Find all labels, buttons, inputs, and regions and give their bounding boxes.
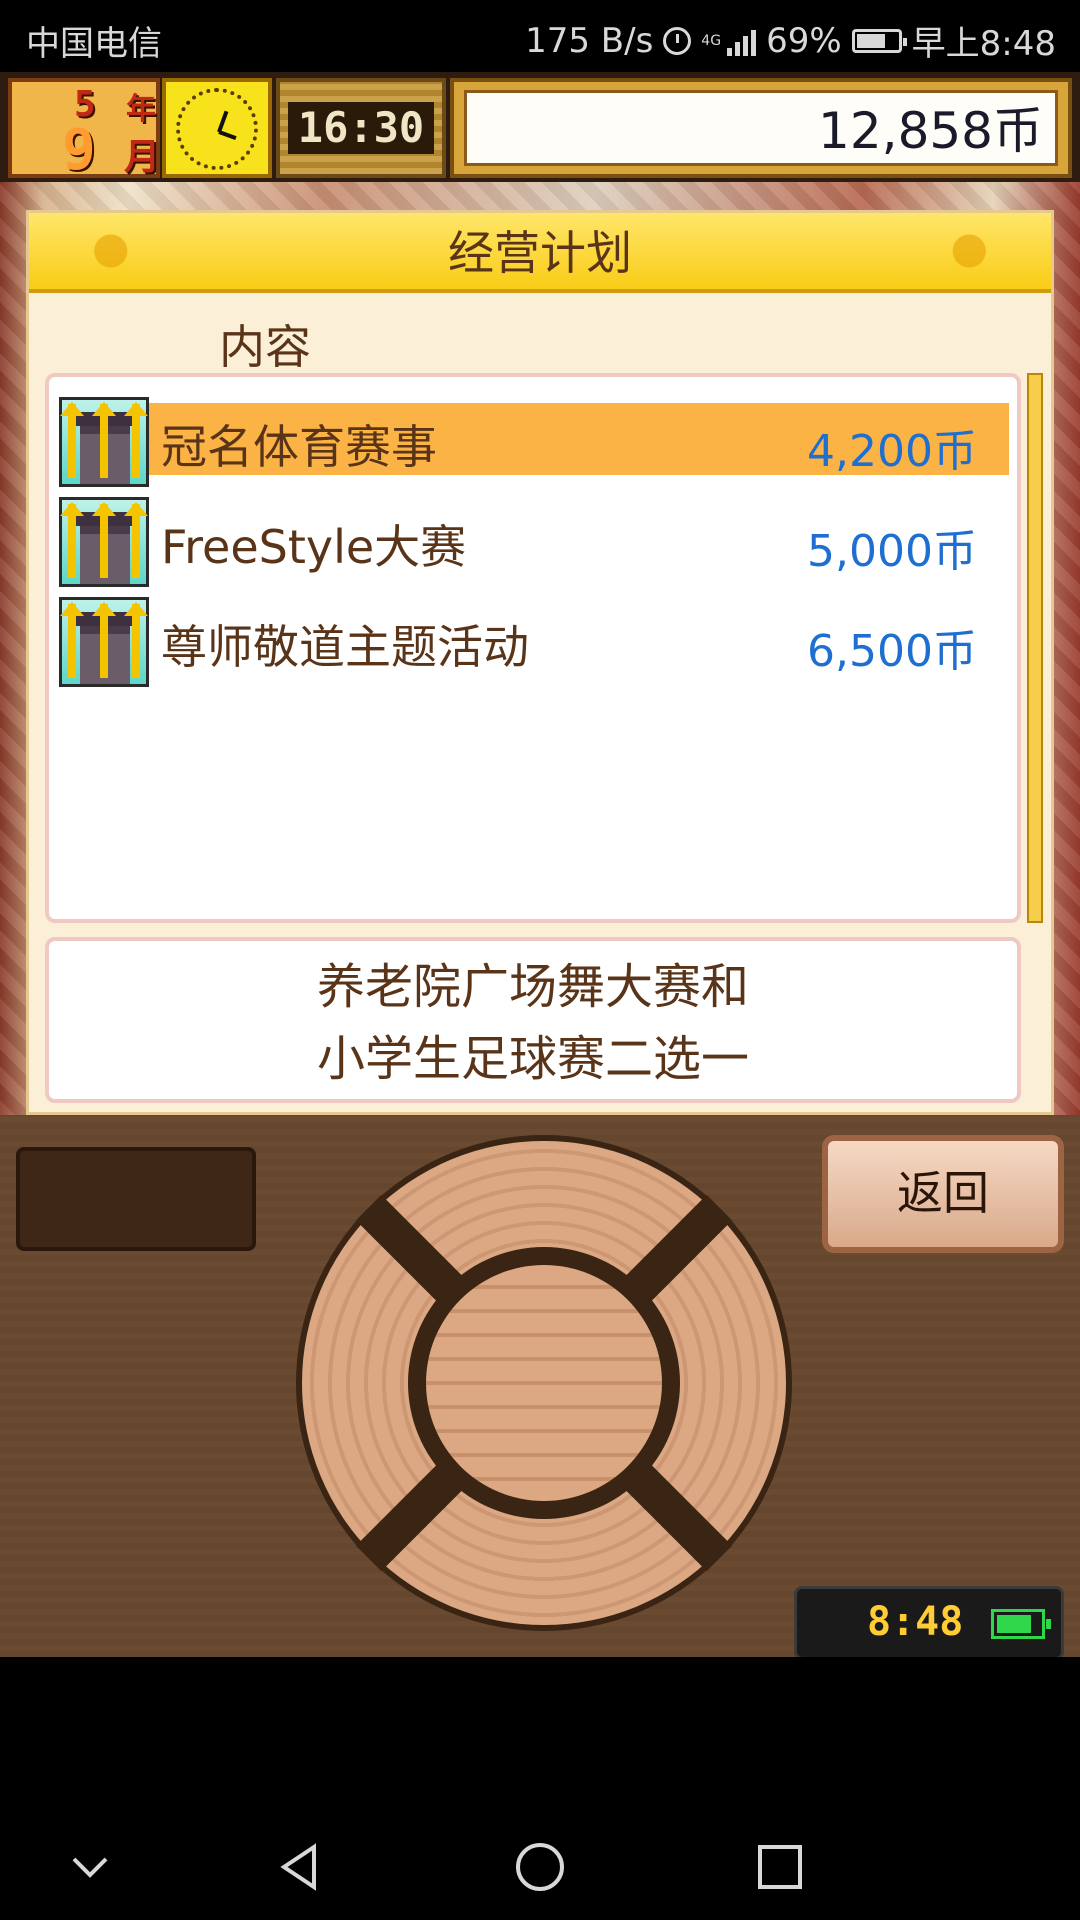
status-bar-right: 175 B/s 4G 69% 早上8:48: [525, 16, 1056, 65]
device-clock: 8:48: [794, 1586, 1064, 1660]
chevron-down-icon[interactable]: [60, 1837, 120, 1897]
column-header-content: 内容: [219, 320, 311, 374]
battery-icon: [851, 28, 907, 53]
plan-list[interactable]: 冠名体育赛事 4,200币 FreeStyle大赛 5,000币 尊师敬道主题活…: [45, 373, 1021, 923]
money-display: 12,858币: [450, 78, 1072, 178]
dialog-title: 经营计划: [29, 213, 1051, 293]
empty-button-slot: [16, 1147, 256, 1251]
net-type-label: 4G: [701, 32, 722, 49]
carrier-label: 中国电信: [26, 24, 162, 64]
game-time-display: 16:30: [276, 78, 446, 178]
list-scrollbar[interactable]: [1027, 373, 1043, 923]
item-price: 5,000币: [807, 526, 977, 577]
year-unit: 年: [126, 92, 156, 127]
list-item[interactable]: FreeStyle大赛 5,000币: [59, 497, 1009, 587]
net-speed: 175 B/s: [525, 20, 654, 61]
game-screen: 5 年 9 月 16:30 12,858币 经营计划 内容 冠名体育赛事 4,2…: [0, 72, 1080, 1657]
month-unit: 月: [124, 137, 161, 178]
dpad-control[interactable]: [296, 1135, 792, 1631]
signal-icon: [727, 26, 757, 56]
clock-icon: [162, 78, 272, 178]
building-upgrade-icon: [59, 397, 149, 487]
month-number: 9: [62, 118, 96, 183]
item-name: 冠名体育赛事: [161, 420, 437, 474]
back-button[interactable]: 返回: [822, 1135, 1064, 1253]
item-name: 尊师敬道主题活动: [161, 620, 529, 674]
alarm-icon: [663, 26, 692, 55]
description-line-1: 养老院广场舞大赛和: [316, 959, 749, 1015]
status-bar: 中国电信 175 B/s 4G 69% 早上8:48: [0, 0, 1080, 72]
business-plan-dialog: 经营计划 内容 冠名体育赛事 4,200币 FreeStyle大赛 5,000币: [26, 210, 1054, 1115]
item-name: FreeStyle大赛: [161, 520, 467, 574]
clock-time: 早上8:48: [911, 24, 1056, 64]
battery-icon: [991, 1609, 1051, 1639]
money-amount: 12,858币: [464, 90, 1058, 166]
control-area: 返回: [0, 1115, 1080, 1657]
top-hud: 5 年 9 月 16:30 12,858币: [0, 72, 1080, 183]
description-box: 养老院广场舞大赛和 小学生足球赛二选一: [45, 937, 1021, 1103]
list-item[interactable]: 尊师敬道主题活动 6,500币: [59, 597, 1009, 687]
battery-percent: 69%: [766, 20, 842, 61]
back-triangle-icon[interactable]: [270, 1837, 330, 1897]
item-price: 4,200币: [807, 426, 977, 477]
list-item[interactable]: 冠名体育赛事 4,200币: [59, 397, 1009, 487]
date-display: 5 年 9 月: [8, 78, 161, 183]
description-line-2: 小学生足球赛二选一: [316, 1031, 749, 1087]
recent-apps-icon[interactable]: [750, 1837, 810, 1897]
system-nav-bar: [0, 1657, 1080, 1920]
home-circle-icon[interactable]: [510, 1837, 570, 1897]
device-time: 8:48: [867, 1599, 964, 1645]
item-price: 6,500币: [807, 626, 977, 677]
dpad-center-button[interactable]: [426, 1265, 662, 1501]
building-upgrade-icon: [59, 497, 149, 587]
game-time: 16:30: [288, 102, 434, 154]
building-upgrade-icon: [59, 597, 149, 687]
